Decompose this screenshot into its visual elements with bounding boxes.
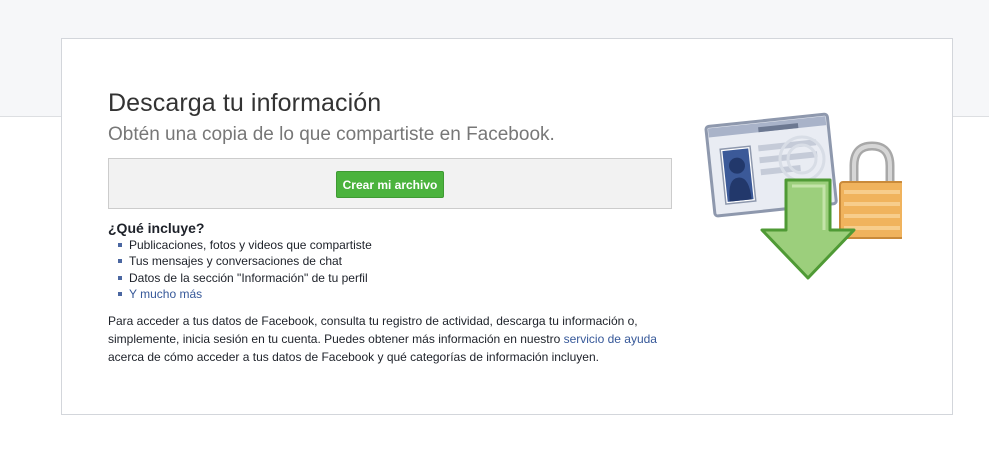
more-link[interactable]: Y mucho más [129, 287, 202, 301]
page-subtitle: Obtén una copia de lo que compartiste en… [108, 124, 555, 145]
list-item-text: Publicaciones, fotos y videos que compar… [129, 238, 372, 252]
page-title: Descarga tu información [108, 89, 382, 117]
bullet-icon [118, 291, 122, 296]
includes-heading: ¿Qué incluye? [108, 220, 205, 236]
list-item: Tus mensajes y conversaciones de chat [118, 253, 372, 269]
bullet-icon [118, 259, 122, 264]
list-item: Datos de la sección "Información" de tu … [118, 270, 372, 286]
download-profile-lock-icon [704, 112, 902, 280]
action-box: Crear mi archivo [108, 158, 672, 209]
description-before: Para acceder a tus datos de Facebook, co… [108, 314, 638, 346]
list-item: Y mucho más [118, 286, 372, 302]
description-after: acerca de cómo acceder a tus datos de Fa… [108, 350, 599, 364]
download-info-card: Descarga tu información Obtén una copia … [61, 38, 953, 415]
list-item: Publicaciones, fotos y videos que compar… [118, 237, 372, 253]
description-text: Para acceder a tus datos de Facebook, co… [108, 312, 668, 366]
bullet-icon [118, 275, 122, 280]
bullet-icon [118, 243, 122, 247]
help-center-link[interactable]: servicio de ayuda [564, 332, 657, 346]
list-item-text: Tus mensajes y conversaciones de chat [129, 254, 342, 269]
create-archive-button[interactable]: Crear mi archivo [336, 171, 444, 198]
includes-list: Publicaciones, fotos y videos que compar… [118, 237, 372, 302]
list-item-text: Datos de la sección "Información" de tu … [129, 270, 368, 285]
